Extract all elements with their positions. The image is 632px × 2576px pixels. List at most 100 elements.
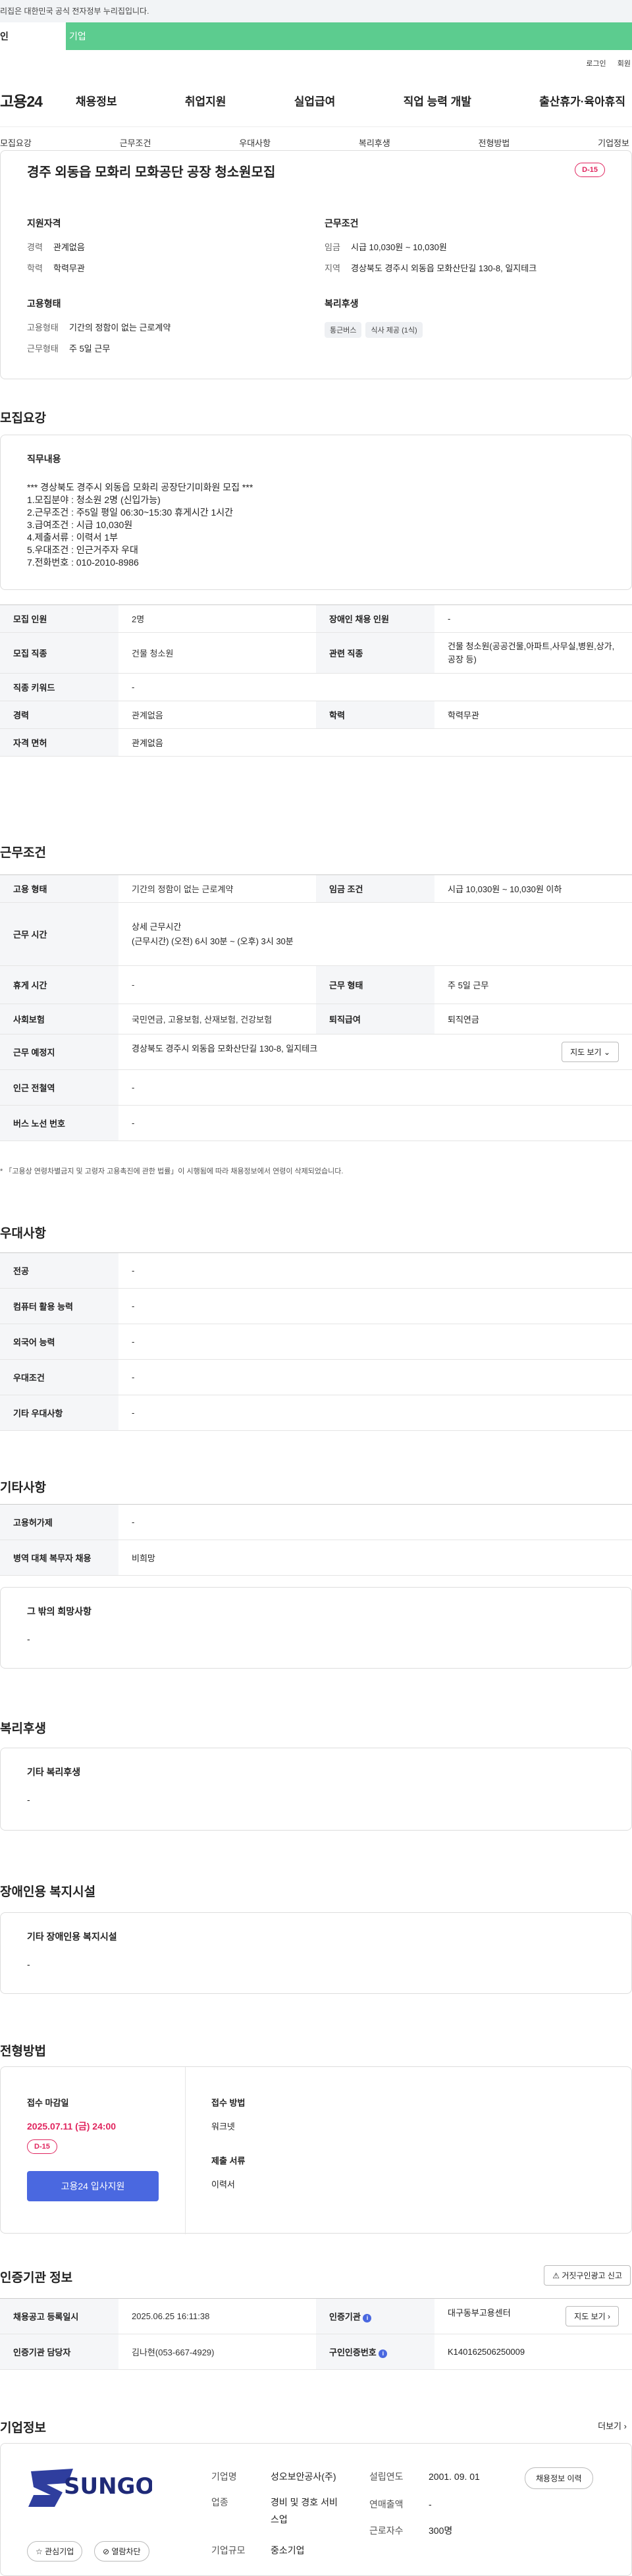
table-row: 고용 형태 기간의 정함이 없는 근로계약 임금 조건 시급 10,030원 ~ 10… [0,874,632,903]
favorite-company-button[interactable]: ☆ 관심기업 [27,2541,83,2562]
table-row: 직종 키워드 - [0,673,632,701]
value: - [118,1105,632,1141]
label: 업종 [211,2497,228,2508]
age-note: * 「고용상 연령차별금지 및 고령자 고용촉진에 관한 법률」이 시행됨에 따… [0,1167,344,1175]
table-row: 휴게 시간 - 근무 형태 주 5일 근무 [0,965,632,1004]
duty-heading: 직무내용 [27,454,61,464]
label: 컴퓨터 활용 능력 [0,1288,118,1324]
cert-map-button[interactable]: 지도 보기 › [566,2306,619,2326]
divider [185,2067,186,2234]
value: 300명 [429,2525,453,2536]
value: 2명 [118,604,316,633]
table-row: 사회보험 국민연금, 고용보험, 산재보험, 건강보험 퇴직급여 퇴직연금 [0,1004,632,1034]
disability-card-heading: 기타 장애인용 복지시설 [27,1931,117,1942]
value: 중소기업 [271,2545,305,2556]
value: 관계없음 [118,728,632,757]
label: 학력 [316,701,434,729]
section-title-pref: 우대사항 [0,1227,46,1241]
anchor-company[interactable]: 기업정보 [598,136,629,149]
value: 기간의 정함이 없는 근로계약 [118,874,316,903]
block-company-button[interactable]: ⊘ 열람차단 [94,2541,149,2562]
value: 관계없음 [53,242,85,252]
table-row: 근무 시간 상세 근무시간 (근무시간) (오전) 6시 30분 ~ (오후) 3시… [0,902,632,966]
label: 외국어 능력 [0,1324,118,1360]
gov-banner: 리집은 대한민국 공식 전자정부 누리집입니다. [0,0,632,22]
label: 휴게 시간 [0,965,118,1004]
report-button[interactable]: ⚠ 거짓구인광고 신고 [544,2265,631,2286]
login-link[interactable]: 로그인 [586,60,606,68]
more-link[interactable]: 더보기 › [598,2419,627,2432]
info-icon[interactable]: i [363,2314,372,2322]
label: 근무 시간 [0,902,118,966]
gnb-training[interactable]: 직업 능력 개발 [404,92,471,109]
value: 주 5일 근무 [69,344,111,354]
label: 학력 [27,263,43,273]
map-button[interactable]: 지도 보기 ⌄ [562,1042,619,1062]
job-title: 경주 외동읍 모화리 모화공단 공장 청소원모집 [27,165,276,180]
section-title-etc: 기타사항 [0,1481,46,1495]
table-row: 모집 인원 2명 장애인 채용 인원 - [0,604,632,633]
value: 학력무관 [434,701,632,729]
duty-card: 직무내용 *** 경상북도 경주시 외동읍 모화리 공장단기미화원 모집 ***… [0,435,632,590]
label: 모집 직종 [0,632,118,674]
label: 근무 형태 [316,965,434,1004]
welfare-card-heading: 기타 복리후생 [27,1767,81,1777]
method-value: 워크넷 [211,2122,235,2132]
block-label: 열람차단 [111,2547,141,2556]
anchor-welfare[interactable]: 복리후생 [359,136,390,149]
site-logo[interactable]: 고용24 [0,89,76,111]
qual-block: 지원자격 경력 관계없음 학력 학력무관 [27,217,85,284]
history-button[interactable]: 채용정보 이력 [525,2467,593,2489]
etc-table: 고용허가제 - 병역 대체 복무자 채용 비희망 [0,1504,632,1576]
value: - [118,1504,632,1540]
value: 국민연금, 고용보험, 산재보험, 건강보험 [118,1004,316,1034]
section-title-apply: 전형방법 [0,2045,46,2058]
docs-value: 이력서 [211,2180,235,2189]
value: 김나현(053-667-4929) [118,2334,316,2370]
anchor-apply[interactable]: 전형방법 [479,136,510,149]
join-link[interactable]: 회원 [618,60,631,68]
gnb-jobs[interactable]: 채용정보 [76,92,117,109]
value: - [118,673,632,701]
star-icon: ☆ [36,2547,43,2556]
table-row: 고용허가제 - [0,1504,632,1540]
section-title-company: 기업정보 [0,2421,46,2435]
gnb-parental-leave[interactable]: 출산휴가·육아휴직 [539,92,625,109]
job-summary-card: 경주 외동읍 모화리 모화공단 공장 청소원모집 D-15 지원자격 경력 관계없… [0,150,632,379]
value: - [118,1359,632,1395]
label: 근무 예정지 [0,1034,118,1070]
duty-text: *** 경상북도 경주시 외동읍 모화리 공장단기미화원 모집 *** 1.모집… [27,482,253,568]
info-icon[interactable]: i [379,2349,388,2358]
label: 직종 키워드 [0,673,118,701]
tab-personal[interactable]: 인 [0,22,66,50]
gnb-unemployment[interactable]: 실업급여 [294,92,336,109]
user-type-tabs: 인 기업 [0,22,632,50]
value: - [118,965,316,1004]
value: 퇴직연금 [434,1004,632,1034]
label: 모집 인원 [0,604,118,633]
apply-button[interactable]: 고용24 입사지원 [27,2171,159,2201]
value: - [118,1324,632,1360]
pref-table: 전공 - 컴퓨터 활용 능력 - 외국어 능력 - 우대조건 - 기타 우대사항 - [0,1252,632,1431]
chevron-right-icon: › [623,2421,627,2431]
label: 고용허가제 [0,1504,118,1540]
label: 고용형태 [27,323,59,333]
gnb-employment-support[interactable]: 취업지원 [185,92,226,109]
anchor-recruit[interactable]: 모집요강 [0,136,32,149]
value: 기간의 정함이 없는 근로계약 [69,323,171,333]
tag: 통근버스 [325,322,362,338]
tag: 식사 제공 (1식) [365,322,423,338]
work-location-value: 경상북도 경주시 외동읍 모화산단길 130-8, 일지테크 [132,1044,318,1054]
value: 시급 10,030원 ~ 10,030원 [351,242,447,252]
company-logo-text: SUNGO [64,2473,152,2500]
table-row: 전공 - [0,1252,632,1289]
table-row: 기타 우대사항 - [0,1395,632,1431]
map-button-label: 지도 보기 [570,1048,602,1057]
anchor-pref[interactable]: 우대사항 [239,136,271,149]
anchor-work[interactable]: 근무조건 [120,136,151,149]
table-row: 채용공고 등록일시 2025.06.25 16:11:38 인증기관 i 대구동부고용… [0,2298,632,2334]
tab-company[interactable]: 기업 [66,22,632,50]
value: 건물 청소원(공공건물,아파트,사무실,병원,상가,공장 등) [434,632,632,674]
label: 설립연도 [369,2471,404,2482]
value: - [118,1252,632,1289]
